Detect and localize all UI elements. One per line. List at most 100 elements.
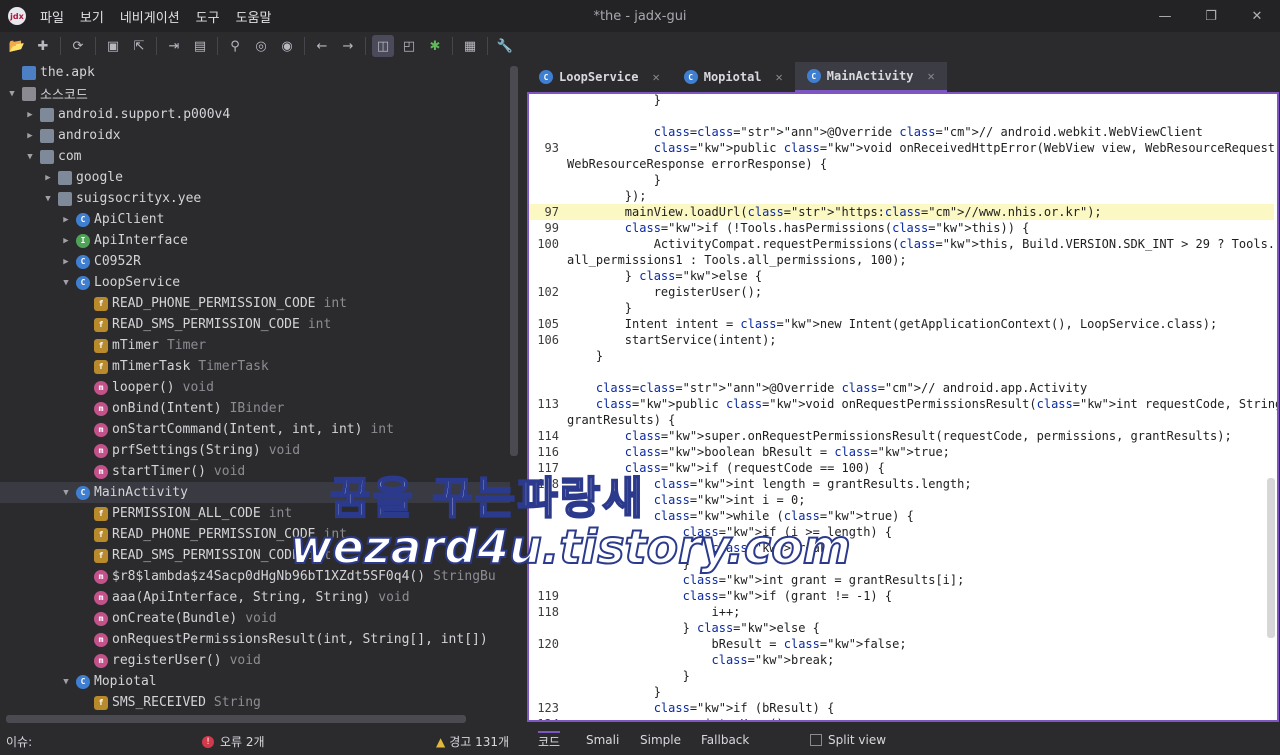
settings-wrench-icon[interactable]: 🔧 [494,35,516,57]
expanded-arrow-icon[interactable]: ▼ [60,278,72,288]
save-icon[interactable]: ▣ [102,35,124,57]
tree-node[interactable]: ▶ androidx [0,125,510,146]
back-arrow-icon[interactable]: ← [311,35,333,57]
tree-horizontal-scrollbar[interactable] [6,715,466,723]
tree-node[interactable]: ▶ google [0,167,510,188]
code-text: class="kw">if (bResult) { [653,701,835,715]
view-tab-fallback[interactable]: Fallback [701,733,749,747]
code-line: class=class="str">"ann">@Override class=… [529,380,1274,396]
close-button[interactable]: ✕ [1234,0,1280,32]
tree-node[interactable]: ▼ 소스코드 [0,83,510,104]
tree-node-label: registerUser() [112,653,222,668]
collapsed-arrow-icon[interactable]: ▶ [60,215,72,225]
sync-tree-icon[interactable]: ⇥ [163,35,185,57]
tree-node[interactable]: f mTimerTask TimerTask [0,356,510,377]
reload-icon[interactable]: ⟳ [67,35,89,57]
menu-item[interactable]: 보기 [72,7,112,26]
flatten-packages-icon[interactable]: ▤ [189,35,211,57]
tree-node[interactable]: m prfSettings(String) void [0,440,510,461]
errors-indicator[interactable]: ! 오류 2개 [202,733,265,750]
tree-vertical-scrollbar[interactable] [510,66,518,456]
watermark-url: wezard4u.tistory.com [289,519,852,575]
open-file-icon[interactable]: 📂 [6,35,28,57]
collapsed-arrow-icon[interactable]: ▶ [24,131,36,141]
quark-icon[interactable]: ◰ [398,35,420,57]
tree-node[interactable]: the.apk [0,62,510,83]
deobfuscation-icon[interactable]: ◫ [372,35,394,57]
maximize-button[interactable]: ❐ [1188,0,1234,32]
method-icon: m [94,569,108,584]
tree-node[interactable]: ▶ android.support.p000v4 [0,104,510,125]
tree-node[interactable]: f READ_SMS_PERMISSION_CODE int [0,314,510,335]
tree-node[interactable]: ▼ com [0,146,510,167]
tree-node[interactable]: f READ_PHONE_PERMISSION_CODE int [0,293,510,314]
tree-node-type: void [268,443,301,458]
tree-node[interactable]: ▼ C LoopService [0,272,510,293]
tree-node[interactable]: ▼ C Mopiotal [0,671,510,692]
expanded-arrow-icon[interactable]: ▼ [6,89,18,99]
tree-node[interactable]: f mTimer Timer [0,335,510,356]
menu-item[interactable]: 도움말 [228,7,280,26]
code-text: class="kw">public class="kw">void onRece… [653,141,1276,155]
tree-node[interactable]: ▶ I ApiInterface [0,230,510,251]
collapsed-arrow-icon[interactable]: ▶ [60,257,72,267]
tab-close-icon[interactable]: ✕ [652,70,659,84]
tree-node[interactable]: ▼ suigsocrityx.yee [0,188,510,209]
line-number: 120 [537,637,559,651]
panel-splitter[interactable] [520,60,527,725]
editor-tab[interactable]: C LoopService ✕ [527,62,672,92]
minimize-button[interactable]: — [1142,0,1188,32]
tree-node-label: onStartCommand(Intent, int, int) [112,422,363,437]
expanded-arrow-icon[interactable]: ▼ [24,152,36,162]
menu-item[interactable]: 네비게이션 [112,7,188,26]
view-tab-simple[interactable]: Simple [640,733,681,747]
warnings-indicator[interactable]: ▲ 경고 131개 [436,733,509,750]
view-tab-code[interactable]: 코드 [538,731,561,750]
tree-node[interactable]: m onRequestPermissionsResult(int, String[… [0,629,510,650]
tree-node[interactable]: m registerUser() void [0,650,510,671]
view-tab-smali[interactable]: Smali [586,733,619,747]
line-number: 106 [537,333,559,347]
class-search-icon[interactable]: ◎ [250,35,272,57]
log-viewer-icon[interactable]: ▦ [459,35,481,57]
expanded-arrow-icon[interactable]: ▼ [60,677,72,687]
tree-node[interactable]: ▶ C ApiClient [0,209,510,230]
tree-node[interactable]: m aaa(ApiInterface, String, String) void [0,587,510,608]
editor-tab[interactable]: C MainActivity ✕ [794,62,947,92]
tree-node[interactable]: m onBind(Intent) IBinder [0,398,510,419]
debug-bug-icon[interactable]: ✱ [424,35,446,57]
editor-tab[interactable]: C Mopiotal ✕ [672,62,795,92]
add-file-icon[interactable]: ✚ [32,35,54,57]
code-line: 105 Intent intent = class="kw">new Inten… [529,316,1274,332]
tab-close-icon[interactable]: ✕ [927,69,934,83]
tab-close-icon[interactable]: ✕ [776,70,783,84]
tree-node-label: PERMISSION_ALL_CODE [112,506,261,521]
collapsed-arrow-icon[interactable]: ▶ [42,173,54,183]
collapsed-arrow-icon[interactable]: ▶ [60,236,72,246]
tree-node-type: void [245,611,277,626]
expanded-arrow-icon[interactable]: ▼ [42,194,54,204]
tree-node[interactable]: ▶ C C0952R [0,251,510,272]
code-line: WebResourceResponse errorResponse) { [529,156,1274,172]
class-icon: C [76,254,90,269]
code-editor[interactable]: } class=class="str">"ann">@Override clas… [527,92,1279,722]
expanded-arrow-icon[interactable]: ▼ [60,488,72,498]
tree-node-label: READ_SMS_PERMISSION_CODE [112,317,300,332]
forward-arrow-icon[interactable]: → [337,35,359,57]
tree-node-label: com [58,149,82,164]
code-text: } [567,349,604,363]
menu-item[interactable]: 도구 [188,7,228,26]
code-text: ActivityCompat.requestPermissions(class=… [567,237,1276,251]
line-number: 113 [537,397,559,411]
tree-node[interactable]: f SMS_RECEIVED String [0,692,510,713]
search-icon[interactable]: ⚲ [224,35,246,57]
split-view-checkbox[interactable]: Split view [810,733,886,747]
tree-node[interactable]: m onStartCommand(Intent, int, int) int [0,419,510,440]
tree-node[interactable]: m looper() void [0,377,510,398]
collapsed-arrow-icon[interactable]: ▶ [24,110,36,120]
usage-search-icon[interactable]: ◉ [276,35,298,57]
export-icon[interactable]: ⇱ [128,35,150,57]
line-number: 105 [537,317,559,331]
menu-item[interactable]: 파일 [32,7,72,26]
tree-node[interactable]: m onCreate(Bundle) void [0,608,510,629]
